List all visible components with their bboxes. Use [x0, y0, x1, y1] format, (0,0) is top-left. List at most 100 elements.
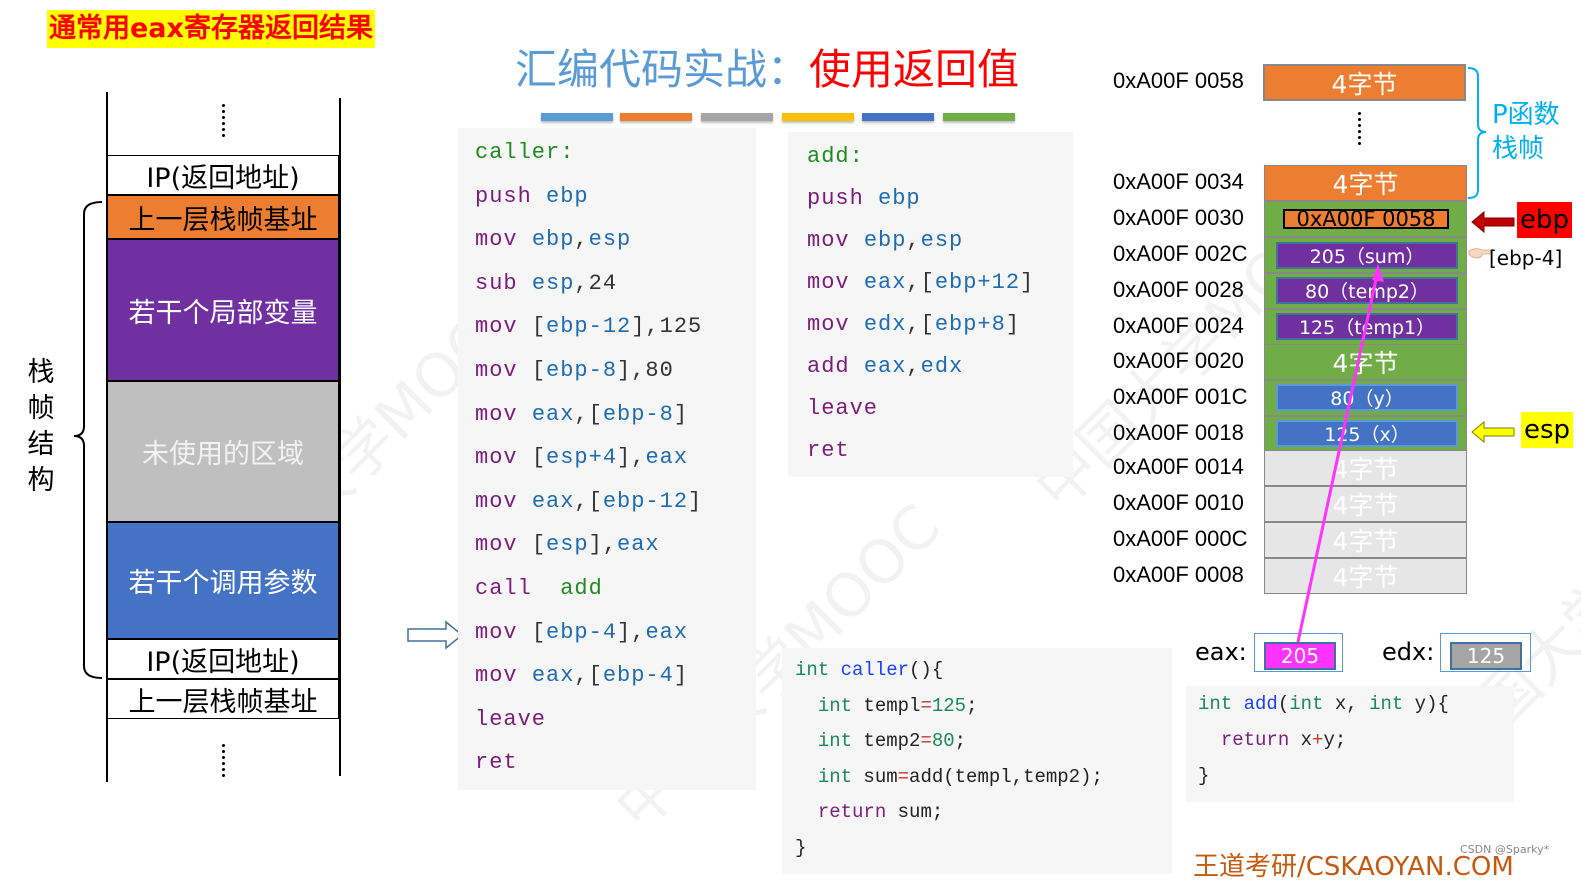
code-token: int	[817, 765, 864, 788]
code-token: x	[1300, 729, 1313, 751]
memory-address: 0xA00F 0028	[1113, 277, 1244, 302]
code-token: (	[1277, 693, 1290, 715]
stack-cell-label: 若干个调用参数	[128, 568, 318, 599]
code-token: eax	[617, 532, 660, 558]
code-token: esp	[920, 228, 964, 253]
add-asm-line: add eax,edx	[807, 354, 963, 379]
code-token: }	[1198, 765, 1210, 787]
memory-value: 80（temp2）	[1276, 277, 1458, 304]
code-token: ]	[688, 488, 703, 514]
code-token: ],	[588, 532, 618, 558]
code-token: ebp-4	[602, 663, 674, 689]
stack-cell-label: 若干个局部变量	[128, 297, 318, 329]
code-token: [	[531, 532, 547, 558]
code-token: ,	[574, 227, 589, 253]
caller-asm-line: ret	[475, 750, 518, 775]
code-token: int	[1369, 693, 1415, 715]
code-token: ]	[673, 401, 689, 427]
code-token: ret	[807, 438, 850, 463]
code-token: templ	[863, 694, 921, 717]
code-token: =	[920, 730, 932, 752]
code-token: =	[920, 694, 932, 717]
code-token: [	[531, 619, 547, 645]
color-bar	[782, 113, 854, 121]
code-token: leave	[807, 396, 879, 421]
code-token: y;	[1323, 729, 1347, 751]
memory-address: 0xA00F 000C	[1113, 526, 1248, 551]
frame-structure-label: 栈 帧 结 构	[24, 355, 58, 499]
color-bar	[541, 113, 613, 121]
frame-label-char: 结	[27, 429, 55, 460]
code-token: ebp-8	[602, 401, 674, 427]
code-token: (){	[909, 659, 944, 681]
code-token: add:	[807, 144, 864, 169]
code-token: ,	[906, 228, 921, 253]
memory-address: 0xA00F 0008	[1113, 562, 1244, 587]
code-token: ,[	[574, 663, 603, 689]
ebp-label: ebp	[1517, 202, 1573, 238]
code-token: sum;	[897, 801, 944, 823]
stack-cell-label: IP(返回地址)	[146, 646, 300, 678]
frame-brace	[73, 201, 103, 679]
code-token: ,	[906, 354, 921, 379]
caller-asm-line: mov [esp+4],eax	[475, 445, 688, 470]
current-instruction-arrow-icon	[407, 620, 464, 650]
code-token: ;	[954, 730, 967, 752]
code-token: int	[1289, 693, 1335, 715]
code-token: ebp-12	[602, 488, 689, 514]
code-token: add	[1243, 693, 1278, 715]
code-token: int	[817, 694, 864, 717]
code-token: mov	[807, 312, 864, 337]
code-token: add	[560, 576, 603, 601]
code-token: eax	[531, 663, 575, 689]
code-token: return	[1220, 729, 1301, 751]
code-token: ebp	[546, 183, 589, 209]
stack-cell: 上一层栈帧基址	[107, 679, 339, 719]
memory-value: 205（sum）	[1276, 242, 1458, 269]
stack-cell-label: 上一层栈帧基址	[128, 204, 318, 236]
code-token: ret	[475, 750, 518, 776]
memory-address: 0xA00F 0020	[1113, 348, 1244, 373]
code-token: int	[1198, 693, 1244, 715]
color-bar	[862, 113, 934, 121]
code-token: esp	[546, 532, 589, 558]
memory-address: 0xA00F 0030	[1113, 205, 1244, 230]
eax-label: eax:	[1195, 638, 1247, 666]
code-token: mov	[475, 227, 532, 253]
ellipsis-top	[222, 104, 226, 140]
code-token: mov	[807, 228, 864, 253]
slide-title: 汇编代码实战：使用返回值	[515, 42, 1019, 98]
memory-cell: 4字节	[1264, 165, 1467, 201]
code-token: eax	[531, 401, 575, 427]
ebp-minus4-label: [ebp-4]	[1489, 246, 1563, 270]
code-token: sub	[475, 270, 532, 296]
add-c-line: }	[1198, 765, 1209, 787]
code-token: x,	[1334, 693, 1370, 715]
color-bar	[620, 113, 692, 121]
memory-cell-label: 4字节	[1332, 170, 1399, 199]
code-token: ],	[617, 445, 646, 471]
stack-cell-label: IP(返回地址)	[146, 162, 300, 194]
caller-asm-line: mov ebp,esp	[475, 227, 631, 252]
code-token: eax	[863, 270, 907, 295]
stack-cell: 上一层栈帧基址	[107, 195, 339, 239]
code-token: ebp-12	[546, 314, 632, 340]
caller-asm-line: push ebp	[475, 184, 589, 209]
code-token: 125	[931, 694, 967, 717]
memory-address: 0xA00F 0014	[1113, 454, 1244, 479]
code-token: [	[531, 445, 547, 471]
p-frame-label-line: 栈帧	[1492, 134, 1545, 164]
caller-c-line: int temp2=80;	[795, 730, 966, 752]
frame-label-char: 帧	[27, 393, 55, 424]
add-asm-line: add:	[807, 144, 864, 169]
add-c-line: return x+y;	[1198, 729, 1346, 751]
code-token: sum	[863, 765, 898, 788]
memory-address: 0xA00F 002C	[1113, 241, 1248, 266]
memory-cell-label: 4字节	[1332, 491, 1399, 520]
memory-address: 0xA00F 0018	[1113, 420, 1244, 445]
code-token: ],80	[617, 358, 674, 383]
edx-value: 125	[1450, 642, 1522, 670]
